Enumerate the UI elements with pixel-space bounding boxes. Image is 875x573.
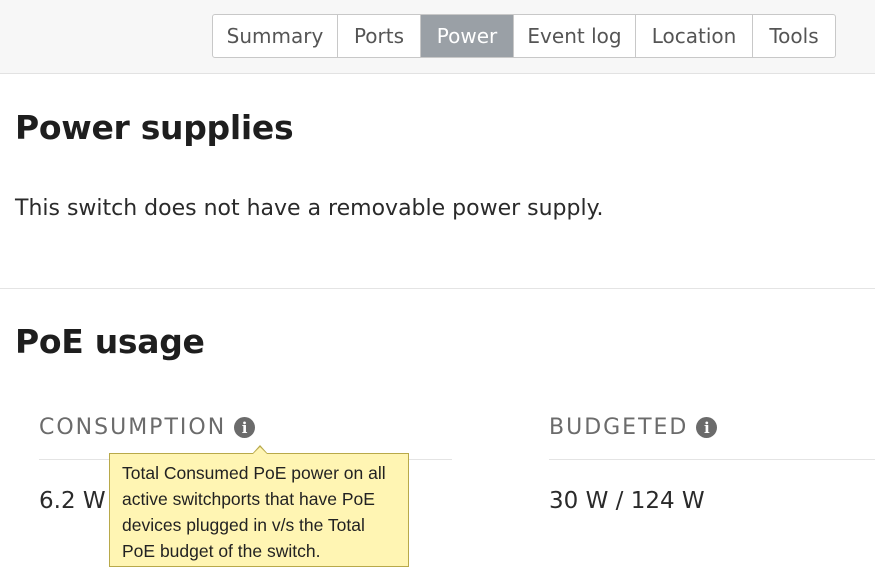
tab-ports[interactable]: Ports (338, 15, 421, 57)
consumption-info-icon[interactable]: i (234, 417, 256, 438)
section-divider (0, 288, 875, 289)
tab-tools[interactable]: Tools (753, 15, 835, 57)
tab-location[interactable]: Location (636, 15, 753, 57)
top-bar: Summary Ports Power Event log Location T… (0, 0, 875, 74)
power-supply-message: This switch does not have a removable po… (15, 196, 604, 221)
consumption-label: CONSUMPTION i (39, 415, 256, 440)
consumption-label-text: CONSUMPTION (39, 415, 227, 440)
budgeted-divider (549, 459, 875, 460)
poe-usage-heading: PoE usage (15, 322, 205, 361)
tooltip-arrow-fill (253, 447, 267, 454)
budgeted-label-text: BUDGETED (549, 415, 689, 440)
power-supplies-heading: Power supplies (15, 108, 294, 147)
tab-event-log[interactable]: Event log (514, 15, 636, 57)
tab-summary[interactable]: Summary (213, 15, 338, 57)
tab-power[interactable]: Power (421, 15, 514, 57)
budgeted-value: 30 W / 124 W (549, 488, 705, 514)
budgeted-info-icon[interactable]: i (696, 417, 718, 438)
tab-bar: Summary Ports Power Event log Location T… (212, 14, 836, 58)
consumption-value: 6.2 W (39, 488, 106, 514)
consumption-tooltip: Total Consumed PoE power on all active s… (109, 453, 409, 567)
budgeted-label: BUDGETED i (549, 415, 718, 440)
